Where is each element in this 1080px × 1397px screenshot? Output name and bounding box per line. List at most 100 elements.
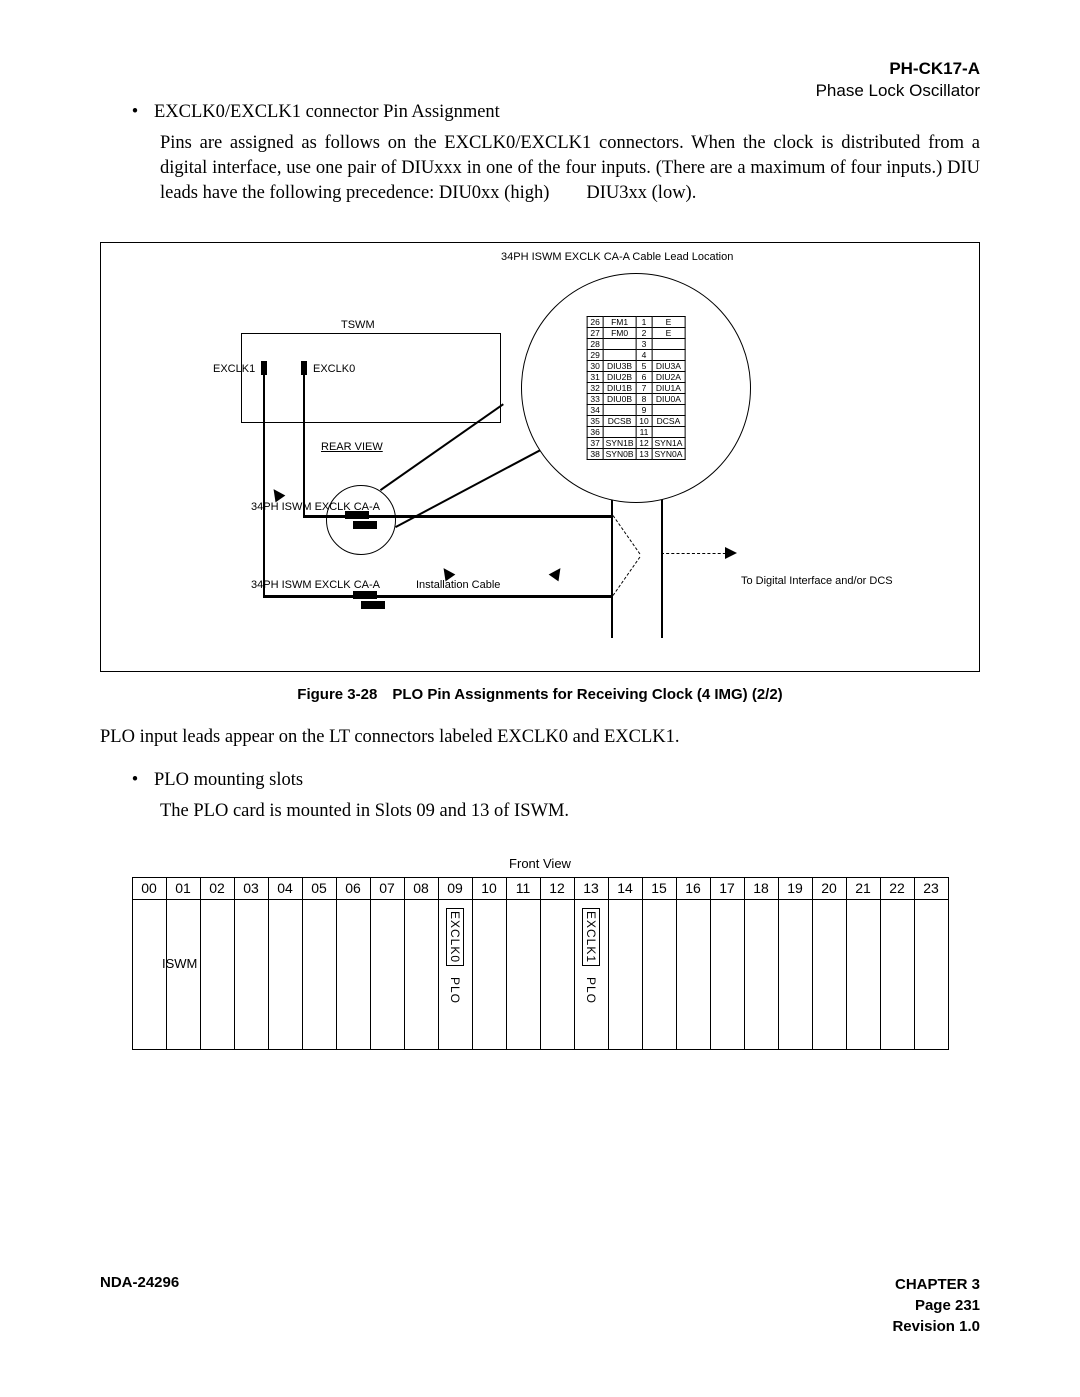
slot-header-cell: 09 bbox=[438, 877, 472, 899]
pin-cell: DCSB bbox=[603, 415, 636, 426]
figure-caption: Figure 3-28 PLO Pin Assignments for Rece… bbox=[100, 686, 980, 703]
bullet-1-title: EXCLK0/EXCLK1 connector Pin Assignment bbox=[154, 100, 500, 125]
pin-cell bbox=[603, 338, 636, 349]
pin-cell: 4 bbox=[636, 349, 652, 360]
pin-cell: FM1 bbox=[603, 316, 636, 327]
slot-header-cell: 21 bbox=[846, 877, 880, 899]
pin-cell: E bbox=[652, 327, 685, 338]
pin-cell: 3 bbox=[636, 338, 652, 349]
iswm-side-label: ISWM bbox=[162, 956, 197, 971]
slot-body-cell bbox=[506, 899, 540, 1049]
output-dash bbox=[661, 553, 731, 554]
slot-header-cell: 12 bbox=[540, 877, 574, 899]
slot-body-cell bbox=[676, 899, 710, 1049]
pin-cell bbox=[603, 404, 636, 415]
pin-cell: 31 bbox=[587, 371, 603, 382]
install-cable-label: Installation Cable bbox=[416, 579, 500, 591]
pin-cell: DIU1B bbox=[603, 382, 636, 393]
slot-header-cell: 14 bbox=[608, 877, 642, 899]
detail-circle-large: 26FM11E27FM02E28329430DIU3B5DIU3A31DIU2B… bbox=[521, 273, 751, 503]
diagram-top-label: 34PH ISWM EXCLK CA-A Cable Lead Location bbox=[501, 251, 733, 263]
pin-cell: SYN1A bbox=[652, 437, 685, 448]
page-header: PH-CK17-A Phase Lock Oscillator bbox=[816, 58, 980, 102]
slot-body-cell bbox=[846, 899, 880, 1049]
pin-cell: DCSA bbox=[652, 415, 685, 426]
bullet-2-title: PLO mounting slots bbox=[154, 768, 303, 793]
slot-body-cell bbox=[234, 899, 268, 1049]
slot-header-cell: 18 bbox=[744, 877, 778, 899]
slot-header-cell: 10 bbox=[472, 877, 506, 899]
slot-body-cell bbox=[472, 899, 506, 1049]
pin-cell bbox=[652, 349, 685, 360]
arrowhead-icon bbox=[725, 547, 737, 559]
front-view-label: Front View bbox=[100, 856, 980, 871]
slot-header-cell: 01 bbox=[166, 877, 200, 899]
exclk1-connector-icon bbox=[261, 361, 267, 375]
slot-header-cell: 22 bbox=[880, 877, 914, 899]
connector-block-icon bbox=[361, 601, 385, 609]
slot-body-cell bbox=[166, 899, 200, 1049]
slot-table: 0001020304050607080910111213141516171819… bbox=[132, 877, 949, 1050]
connector-block-icon bbox=[353, 521, 377, 529]
slot-header-cell: 08 bbox=[404, 877, 438, 899]
pin-cell: 38 bbox=[587, 448, 603, 459]
slot-body-cell bbox=[370, 899, 404, 1049]
slot-body-cell bbox=[880, 899, 914, 1049]
slot-body-cell bbox=[914, 899, 948, 1049]
bullet-dot-icon: • bbox=[130, 768, 140, 793]
pin-cell: DIU3B bbox=[603, 360, 636, 371]
pin-cell: 5 bbox=[636, 360, 652, 371]
pin-cell: 27 bbox=[587, 327, 603, 338]
pin-cell: 29 bbox=[587, 349, 603, 360]
paragraph-plo-leads: PLO input leads appear on the LT connect… bbox=[100, 725, 980, 750]
pin-cell: FM0 bbox=[603, 327, 636, 338]
wire-exclk1 bbox=[263, 375, 265, 595]
slot-header-cell: 07 bbox=[370, 877, 404, 899]
pin-cell: 32 bbox=[587, 382, 603, 393]
pin-cell: 28 bbox=[587, 338, 603, 349]
slot-header-cell: 03 bbox=[234, 877, 268, 899]
footer-page: Page 231 bbox=[892, 1295, 980, 1316]
pin-cell: 36 bbox=[587, 426, 603, 437]
pin-cell: 7 bbox=[636, 382, 652, 393]
diagram-figure-3-28: 34PH ISWM EXCLK CA-A Cable Lead Location… bbox=[100, 242, 980, 672]
slot-header-cell: 20 bbox=[812, 877, 846, 899]
rear-view-label: REAR VIEW bbox=[321, 441, 383, 453]
pin-cell: 9 bbox=[636, 404, 652, 415]
pin-cell: 10 bbox=[636, 415, 652, 426]
slot-body-cell bbox=[200, 899, 234, 1049]
exclk0-connector-icon bbox=[301, 361, 307, 375]
slot-09-plo-label: PLO bbox=[448, 977, 462, 1004]
tswm-label: TSWM bbox=[341, 319, 375, 331]
slot-header-cell: 05 bbox=[302, 877, 336, 899]
pin-cell: DIU0A bbox=[652, 393, 685, 404]
bullet-2-para: The PLO card is mounted in Slots 09 and … bbox=[160, 799, 980, 824]
cable-b-label: 34PH ISWM EXCLK CA-A bbox=[251, 579, 380, 591]
detail-circle-small bbox=[326, 485, 396, 555]
pin-cell: SYN1B bbox=[603, 437, 636, 448]
slot-header-cell: 13 bbox=[574, 877, 608, 899]
pin-cell bbox=[652, 404, 685, 415]
pin-cell: 30 bbox=[587, 360, 603, 371]
pin-cell: 26 bbox=[587, 316, 603, 327]
exclk0-label: EXCLK0 bbox=[313, 363, 355, 375]
slot-header-cell: 15 bbox=[642, 877, 676, 899]
slot-body-cell bbox=[268, 899, 302, 1049]
output-label: To Digital Interface and/or DCS bbox=[741, 575, 893, 587]
slot-header-cell: 17 bbox=[710, 877, 744, 899]
footer-doc: NDA-24296 bbox=[100, 1274, 179, 1291]
pin-cell: DIU2A bbox=[652, 371, 685, 382]
pin-cell: 2 bbox=[636, 327, 652, 338]
slot-header-cell: 16 bbox=[676, 877, 710, 899]
bullet-1: • EXCLK0/EXCLK1 connector Pin Assignment… bbox=[100, 100, 980, 206]
header-model: PH-CK17-A bbox=[816, 58, 980, 80]
slot-body-cell bbox=[642, 899, 676, 1049]
pin-cell bbox=[603, 349, 636, 360]
slot-body-cell bbox=[608, 899, 642, 1049]
pin-cell: 33 bbox=[587, 393, 603, 404]
slot-body-cell bbox=[778, 899, 812, 1049]
connector-block-icon bbox=[353, 591, 377, 599]
slot-09-exclk0-label: EXCLK0 bbox=[446, 908, 464, 966]
arrowhead-icon bbox=[269, 486, 286, 503]
page-footer: NDA-24296 CHAPTER 3 Page 231 Revision 1.… bbox=[100, 1274, 980, 1337]
